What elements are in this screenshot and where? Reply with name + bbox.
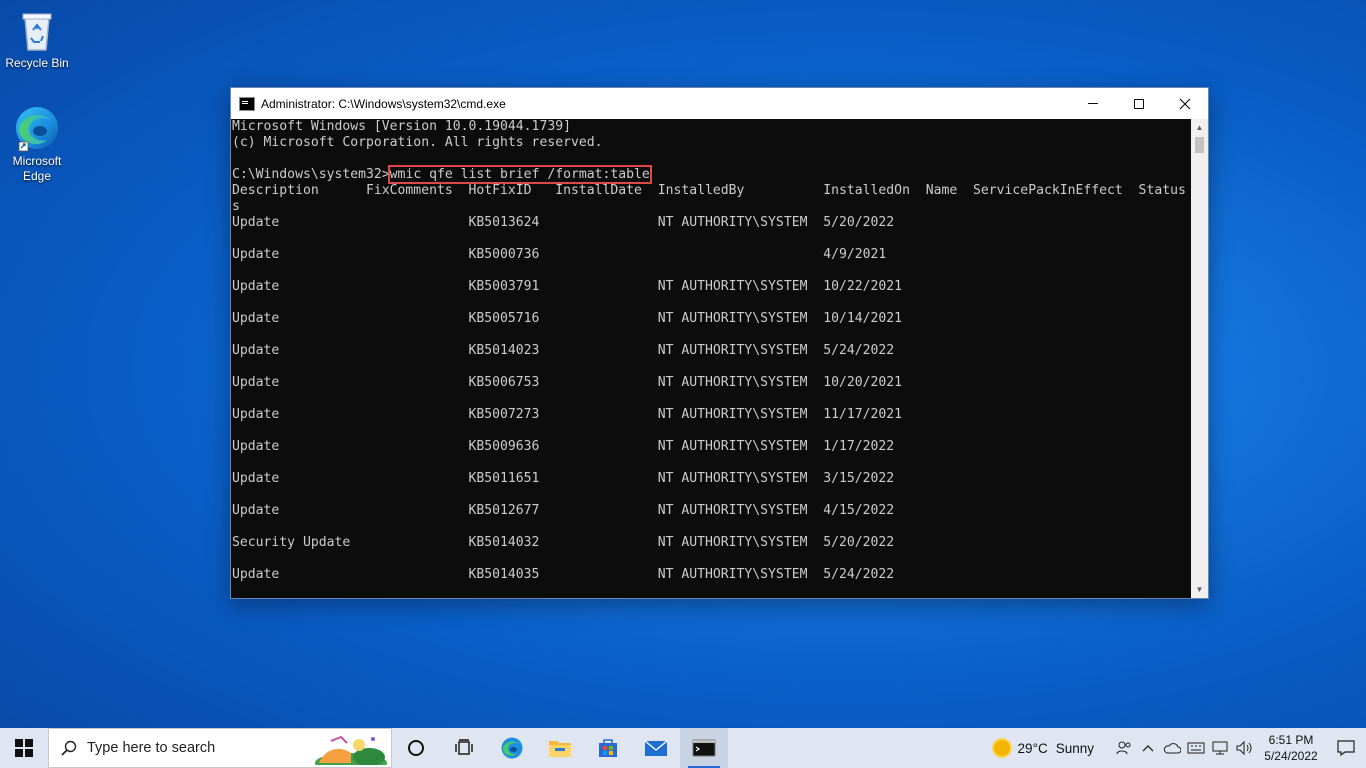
maximize-button[interactable] <box>1116 88 1162 119</box>
cmd-icon <box>239 96 255 111</box>
chevron-up-icon[interactable] <box>1136 728 1160 768</box>
desktop-icon-edge[interactable]: Microsoft Edge <box>0 104 74 184</box>
start-button[interactable] <box>0 728 48 768</box>
weather-widget[interactable]: 29°C Sunny <box>993 740 1102 756</box>
table-row: Update KB5006753 NT AUTHORITY\SYSTEM 10/… <box>232 375 903 390</box>
table-row: Update KB5012677 NT AUTHORITY\SYSTEM 4/1… <box>232 503 895 518</box>
taskbar-edge[interactable] <box>488 728 536 768</box>
minimize-icon <box>1088 103 1098 104</box>
volume-icon[interactable] <box>1232 728 1256 768</box>
table-rows: Update KB5013624 NT AUTHORITY\SYSTEM 5/2… <box>232 215 902 582</box>
cmd-icon <box>692 739 716 757</box>
window-titlebar[interactable]: Administrator: C:\Windows\system32\cmd.e… <box>231 88 1208 119</box>
task-view-icon <box>455 739 473 755</box>
desktop-icon-label: Microsoft Edge <box>12 154 62 183</box>
edge-icon <box>13 104 61 152</box>
desktop-icon-recycle-bin[interactable]: Recycle Bin <box>0 6 74 71</box>
sun-icon <box>993 740 1010 756</box>
table-header: Description FixComments HotFixID Install… <box>232 183 1186 198</box>
table-row: Update KB5003791 NT AUTHORITY\SYSTEM 10/… <box>232 279 903 294</box>
window-title: Administrator: C:\Windows\system32\cmd.e… <box>261 96 506 111</box>
table-row: Update KB5013624 NT AUTHORITY\SYSTEM 5/2… <box>232 215 895 230</box>
taskbar-file-explorer[interactable] <box>536 728 584 768</box>
console-line: Microsoft Windows [Version 10.0.19044.17… <box>232 119 571 134</box>
taskbar-clock[interactable]: 6:51 PM 5/24/2022 <box>1256 732 1326 764</box>
table-row: Update KB5005716 NT AUTHORITY\SYSTEM 10/… <box>232 311 903 326</box>
recycle-bin-icon <box>13 6 61 54</box>
mail-icon <box>644 740 668 756</box>
console-prompt: C:\Windows\system32> <box>232 167 390 182</box>
windows-logo-icon <box>15 739 33 757</box>
table-row: Update KB5000736 4/9/2021 <box>232 247 887 262</box>
notification-center-button[interactable] <box>1326 728 1366 768</box>
table-row: Update KB5014035 NT AUTHORITY\SYSTEM 5/2… <box>232 567 895 582</box>
close-icon <box>1179 98 1191 109</box>
search-highlight-art-icon <box>315 735 387 765</box>
scroll-down-icon[interactable]: ▼ <box>1191 581 1208 598</box>
taskbar-mail[interactable] <box>632 728 680 768</box>
clock-time: 6:51 PM <box>1268 733 1314 747</box>
close-button[interactable] <box>1162 88 1208 119</box>
edge-icon <box>501 737 523 759</box>
scroll-up-icon[interactable]: ▲ <box>1191 119 1208 136</box>
table-row: Update KB5014023 NT AUTHORITY\SYSTEM 5/2… <box>232 343 895 358</box>
network-icon[interactable] <box>1208 728 1232 768</box>
system-tray: 29°C Sunny 6:51 PM 5/24/2022 <box>993 728 1366 768</box>
scroll-thumb[interactable] <box>1195 137 1204 153</box>
desktop-icon-label: Recycle Bin <box>5 56 69 70</box>
clock-date: 5/24/2022 <box>1264 749 1318 763</box>
table-row: Update KB5009636 NT AUTHORITY\SYSTEM 1/1… <box>232 439 895 454</box>
file-explorer-icon <box>549 741 571 757</box>
taskbar-cmd[interactable] <box>680 728 728 768</box>
cmd-window[interactable]: Administrator: C:\Windows\system32\cmd.e… <box>230 87 1209 599</box>
table-row: Update KB5007273 NT AUTHORITY\SYSTEM 11/… <box>232 407 903 422</box>
people-icon[interactable] <box>1112 728 1136 768</box>
table-row: Update KB5011651 NT AUTHORITY\SYSTEM 3/1… <box>232 471 895 486</box>
search-icon <box>61 740 77 756</box>
notification-icon <box>1337 740 1355 756</box>
search-placeholder: Type here to search <box>87 740 216 756</box>
weather-temp: 29°C <box>1017 740 1048 756</box>
minimize-button[interactable] <box>1070 88 1116 119</box>
taskbar: Type here to search 29°C Sunny 6:51 PM 5… <box>0 728 1366 768</box>
taskbar-search-box[interactable]: Type here to search <box>48 728 392 768</box>
maximize-icon <box>1134 98 1144 109</box>
console-output[interactable]: Microsoft Windows [Version 10.0.19044.17… <box>231 119 1191 598</box>
highlighted-command: wmic qfe list brief /format:table <box>387 165 652 184</box>
table-row: Security Update KB5014032 NT AUTHORITY\S… <box>232 535 895 550</box>
console-line: (c) Microsoft Corporation. All rights re… <box>232 135 603 150</box>
store-icon <box>599 739 617 757</box>
keyboard-icon[interactable] <box>1184 728 1208 768</box>
taskbar-task-view[interactable] <box>440 728 488 768</box>
onedrive-icon[interactable] <box>1160 728 1184 768</box>
vertical-scrollbar[interactable]: ▲ ▼ <box>1191 119 1208 598</box>
cortana-icon <box>408 740 424 756</box>
taskbar-store[interactable] <box>584 728 632 768</box>
taskbar-cortana[interactable] <box>392 728 440 768</box>
weather-condition: Sunny <box>1055 740 1094 756</box>
table-header-wrap: s <box>232 199 240 214</box>
